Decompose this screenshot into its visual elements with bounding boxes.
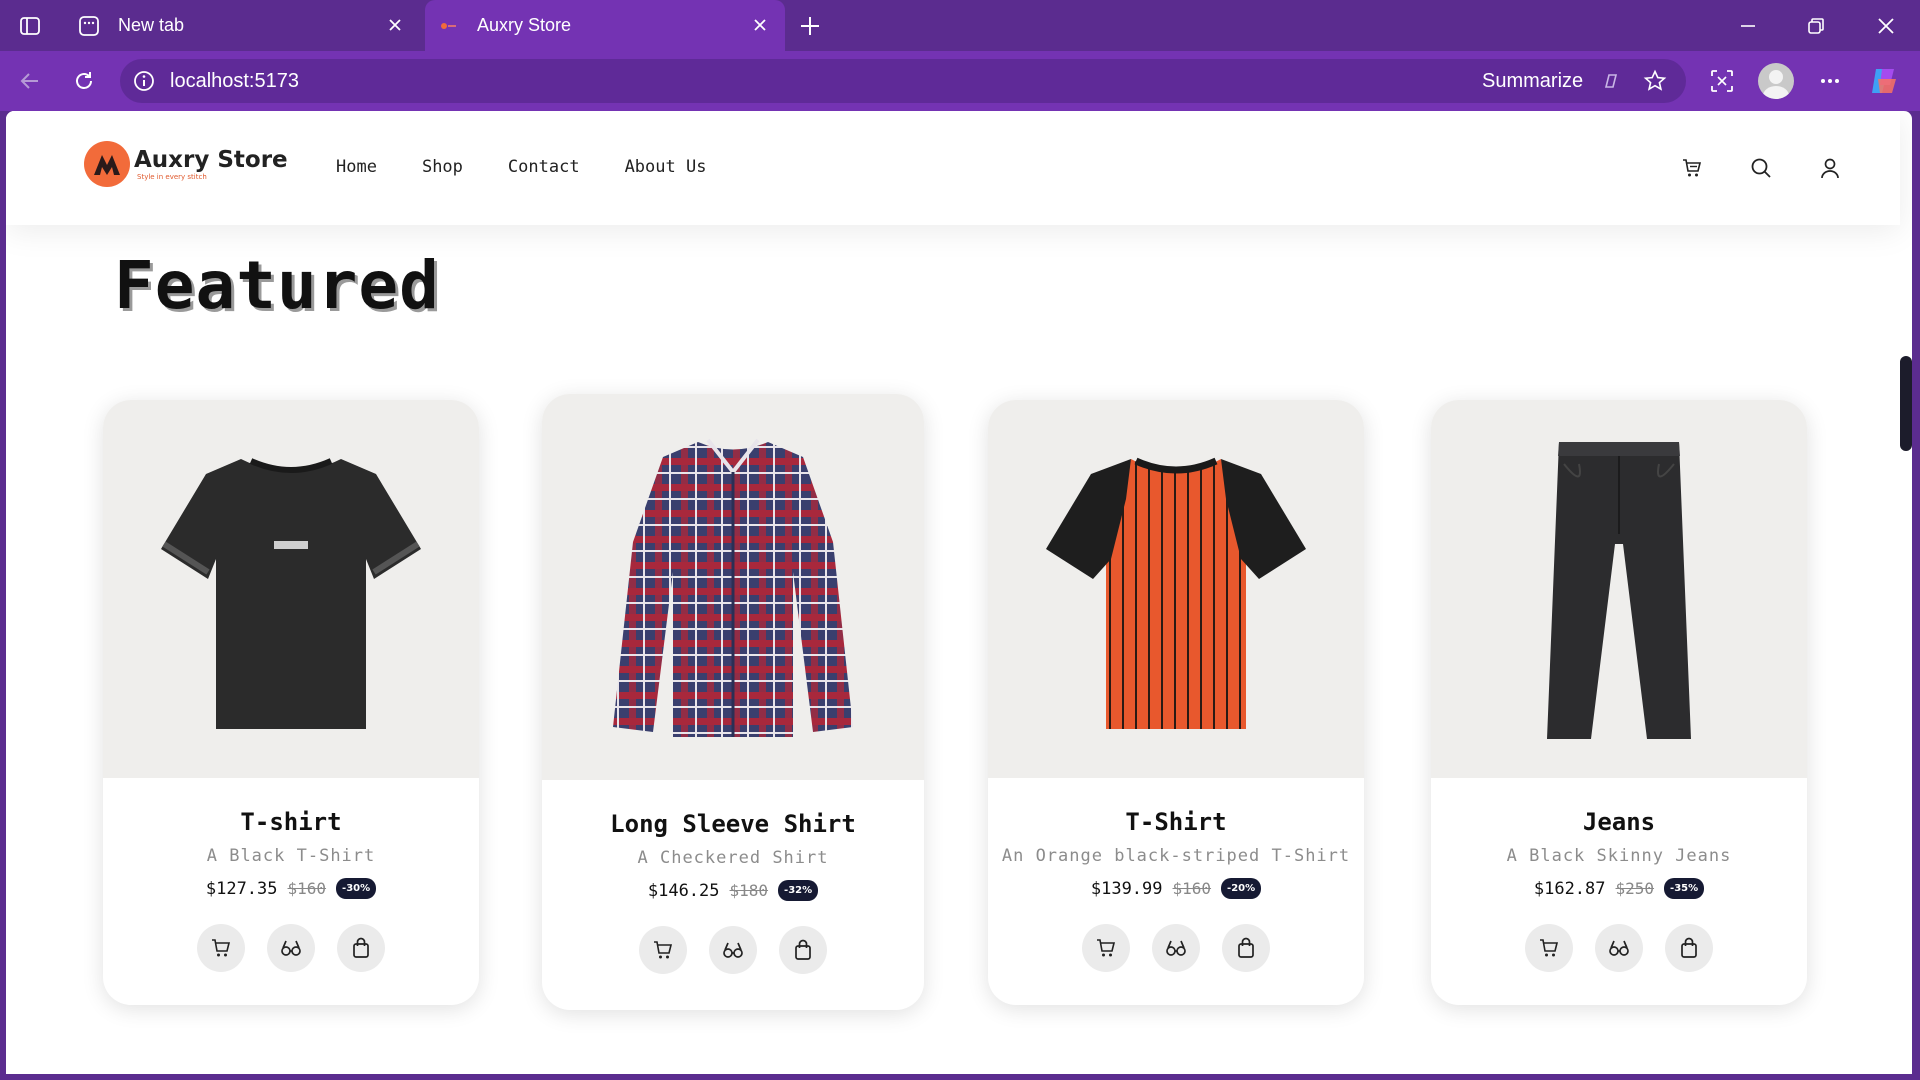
new-tab-icon xyxy=(78,15,100,37)
quick-view-button[interactable] xyxy=(267,924,315,972)
discount-badge: -32% xyxy=(778,880,819,901)
product-image-checkered-shirt[interactable] xyxy=(542,394,924,780)
nav-contact[interactable]: Contact xyxy=(508,157,580,177)
add-to-cart-icon xyxy=(654,941,673,959)
add-to-cart-button[interactable] xyxy=(639,926,687,974)
product-price: $127.35 xyxy=(205,878,278,899)
favorite-star-icon[interactable] xyxy=(1642,68,1668,94)
product-card[interactable]: T-shirt A Black T-Shirt $127.35 $160 -30… xyxy=(103,400,479,1005)
browser-tab-bar: New tab Auxry Store xyxy=(0,0,1920,51)
product-price: $146.25 xyxy=(647,880,720,901)
featured-title: Featured xyxy=(114,247,440,324)
quick-view-icon xyxy=(723,942,743,958)
product-card[interactable]: Long Sleeve Shirt A Checkered Shirt $146… xyxy=(542,394,924,1010)
product-card[interactable]: Jeans A Black Skinny Jeans $162.87 $250 … xyxy=(1431,400,1807,1005)
nav-shop[interactable]: Shop xyxy=(422,157,463,177)
nav-about-us[interactable]: About Us xyxy=(625,157,707,177)
reload-icon[interactable] xyxy=(68,65,100,97)
discount-badge: -35% xyxy=(1664,878,1705,899)
search-icon[interactable] xyxy=(1746,153,1776,183)
brand-name: Auxry Store xyxy=(134,147,288,173)
quick-view-icon xyxy=(1609,940,1629,956)
quick-view-icon xyxy=(1166,940,1186,956)
product-card[interactable]: T-Shirt An Orange black-striped T-Shirt … xyxy=(988,400,1364,1005)
product-description: An Orange black-striped T-Shirt xyxy=(1001,846,1351,866)
close-tab-icon[interactable] xyxy=(749,14,771,36)
quick-view-button[interactable] xyxy=(1595,924,1643,972)
product-image-black-tshirt[interactable] xyxy=(103,400,479,778)
copilot-icon[interactable] xyxy=(1866,63,1902,99)
copilot-summarize-icon[interactable] xyxy=(1598,68,1624,94)
add-to-cart-button[interactable] xyxy=(1525,924,1573,972)
buy-now-button[interactable] xyxy=(1222,924,1270,972)
product-image-orange-striped-tshirt[interactable] xyxy=(988,400,1364,778)
logo-mark-icon xyxy=(84,141,130,187)
page-scrollbar[interactable] xyxy=(1900,356,1912,451)
screenshot-icon[interactable] xyxy=(1704,63,1740,99)
discount-badge: -20% xyxy=(1221,878,1262,899)
user-icon[interactable] xyxy=(1815,153,1845,183)
page-viewport: Auxry Store Style in every stitch Home S… xyxy=(6,111,1912,1074)
new-tab-plus-icon[interactable] xyxy=(796,12,824,40)
product-description: A Checkered Shirt xyxy=(637,848,829,868)
summarize-button[interactable]: Summarize xyxy=(1482,70,1583,93)
buy-now-icon xyxy=(795,939,811,960)
product-old-price: $250 xyxy=(1615,879,1655,898)
product-old-price: $160 xyxy=(1172,879,1212,898)
product-name[interactable]: T-shirt xyxy=(103,808,479,836)
brand-tagline: Style in every stitch xyxy=(137,173,207,181)
sidebar-toggle-icon[interactable] xyxy=(16,12,44,40)
add-to-cart-icon xyxy=(1540,939,1559,957)
more-options-icon[interactable] xyxy=(1812,63,1848,99)
buy-now-icon xyxy=(1238,937,1254,958)
add-to-cart-icon xyxy=(212,939,231,957)
main-nav: Home Shop Contact About Us xyxy=(336,157,751,177)
discount-badge: -30% xyxy=(336,878,377,899)
buy-now-button[interactable] xyxy=(779,926,827,974)
site-favicon-icon xyxy=(437,15,459,37)
add-to-cart-button[interactable] xyxy=(197,924,245,972)
cart-icon[interactable] xyxy=(1677,153,1707,183)
product-price: $139.99 xyxy=(1090,878,1163,899)
restore-icon[interactable] xyxy=(1800,10,1832,42)
url-text[interactable]: localhost:5173 xyxy=(170,70,299,93)
buy-now-icon xyxy=(1681,937,1697,958)
buy-now-icon xyxy=(353,937,369,958)
product-image-black-jeans[interactable] xyxy=(1431,400,1807,778)
tab-new-tab[interactable]: New tab xyxy=(66,0,420,51)
product-description: A Black Skinny Jeans xyxy=(1506,846,1732,866)
quick-view-button[interactable] xyxy=(1152,924,1200,972)
product-name[interactable]: Jeans xyxy=(1431,808,1807,836)
buy-now-button[interactable] xyxy=(337,924,385,972)
site-info-icon[interactable] xyxy=(132,69,156,93)
quick-view-button[interactable] xyxy=(709,926,757,974)
add-to-cart-icon xyxy=(1097,939,1116,957)
site-header: Auxry Store Style in every stitch Home S… xyxy=(6,111,1900,225)
add-to-cart-button[interactable] xyxy=(1082,924,1130,972)
minimize-icon[interactable] xyxy=(1732,10,1764,42)
product-name[interactable]: T-Shirt xyxy=(988,808,1364,836)
tab-label: New tab xyxy=(118,15,185,35)
buy-now-button[interactable] xyxy=(1665,924,1713,972)
product-old-price: $160 xyxy=(287,879,327,898)
address-bar[interactable]: localhost:5173 Summarize xyxy=(120,59,1686,103)
tab-label: Auxry Store xyxy=(477,15,572,35)
close-window-icon[interactable] xyxy=(1870,10,1902,42)
close-tab-icon[interactable] xyxy=(384,14,406,36)
quick-view-icon xyxy=(281,940,301,956)
site-logo[interactable]: Auxry Store Style in every stitch xyxy=(84,141,288,187)
nav-home[interactable]: Home xyxy=(336,157,377,177)
product-description: A Black T-Shirt xyxy=(206,846,376,866)
back-icon[interactable] xyxy=(14,65,46,97)
browser-toolbar: localhost:5173 Summarize xyxy=(0,51,1920,111)
product-name[interactable]: Long Sleeve Shirt xyxy=(542,810,924,838)
tab-auxry-store[interactable]: Auxry Store xyxy=(425,0,785,51)
product-old-price: $180 xyxy=(729,881,769,900)
profile-avatar-icon[interactable] xyxy=(1758,63,1794,99)
product-price: $162.87 xyxy=(1533,878,1606,899)
